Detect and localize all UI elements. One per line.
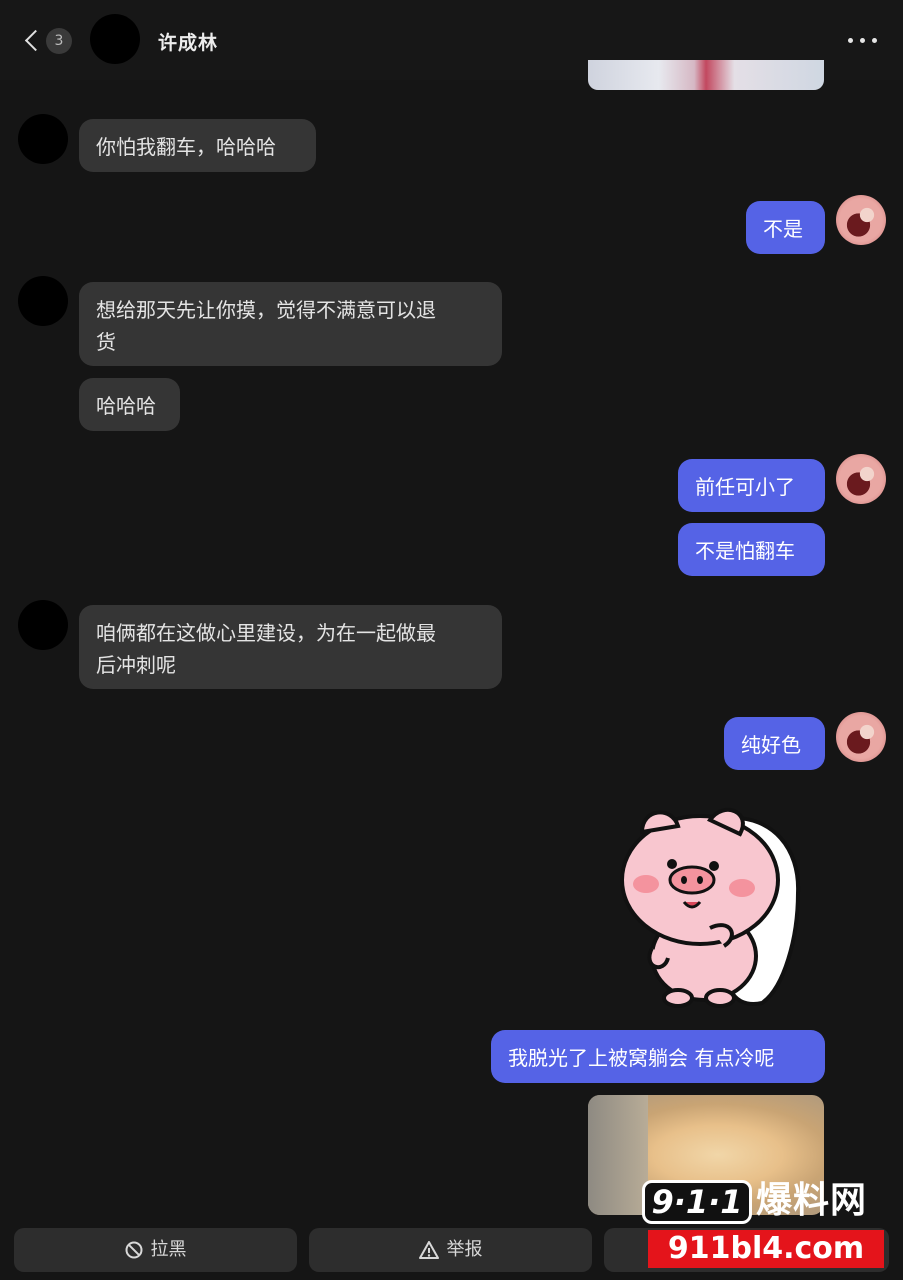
- sender-avatar[interactable]: [18, 276, 68, 326]
- contact-name: 许成林: [158, 32, 219, 54]
- sender-avatar[interactable]: [18, 600, 68, 650]
- contact-avatar[interactable]: [90, 14, 140, 64]
- back-button[interactable]: 3: [22, 26, 74, 56]
- pig-sticker[interactable]: [612, 798, 802, 1010]
- report-label: 举报: [446, 1239, 483, 1260]
- message-line: 后冲刺呢: [96, 653, 176, 677]
- message-bubble-outgoing[interactable]: 纯好色: [724, 717, 825, 770]
- message-bubble-outgoing[interactable]: 前任可小了: [678, 459, 825, 512]
- shared-image-partial[interactable]: [588, 60, 824, 90]
- sender-avatar[interactable]: [18, 114, 68, 164]
- watermark-url: 911bl4.com: [648, 1230, 884, 1268]
- message-bubble-incoming[interactable]: 想给那天先让你摸，觉得不满意可以退 货: [79, 282, 502, 366]
- message-line: 想给那天先让你摸，觉得不满意可以退: [96, 298, 436, 322]
- message-bubble-incoming[interactable]: 哈哈哈: [79, 378, 180, 431]
- message-bubble-outgoing[interactable]: 不是: [746, 201, 825, 254]
- message-line: 货: [96, 330, 116, 354]
- my-avatar[interactable]: [836, 712, 886, 762]
- my-avatar[interactable]: [836, 195, 886, 245]
- block-label: 拉黑: [150, 1239, 187, 1260]
- watermark: 9·1·1 爆料网 911bl4.com: [640, 1174, 892, 1274]
- warning-icon: [418, 1241, 439, 1259]
- watermark-logo: 9·1·1 爆料网: [640, 1176, 892, 1226]
- watermark-name: 爆料网: [756, 1180, 868, 1221]
- message-line: 咱俩都在这做心里建设，为在一起做最: [96, 621, 436, 645]
- watermark-badge: 9·1·1: [642, 1180, 752, 1224]
- block-icon: [125, 1241, 142, 1259]
- block-button[interactable]: 拉黑: [14, 1228, 297, 1272]
- message-bubble-incoming[interactable]: 咱俩都在这做心里建设，为在一起做最 后冲刺呢: [79, 605, 502, 689]
- message-bubble-outgoing[interactable]: 我脱光了上被窝躺会 有点冷呢: [491, 1030, 825, 1083]
- chevron-left-icon: [24, 29, 47, 52]
- message-bubble-incoming[interactable]: 你怕我翻车，哈哈哈: [79, 119, 316, 172]
- more-options-icon[interactable]: [848, 38, 880, 44]
- report-button[interactable]: 举报: [309, 1228, 592, 1272]
- message-bubble-outgoing[interactable]: 不是怕翻车: [678, 523, 825, 576]
- my-avatar[interactable]: [836, 454, 886, 504]
- unread-count-badge: 3: [46, 28, 72, 54]
